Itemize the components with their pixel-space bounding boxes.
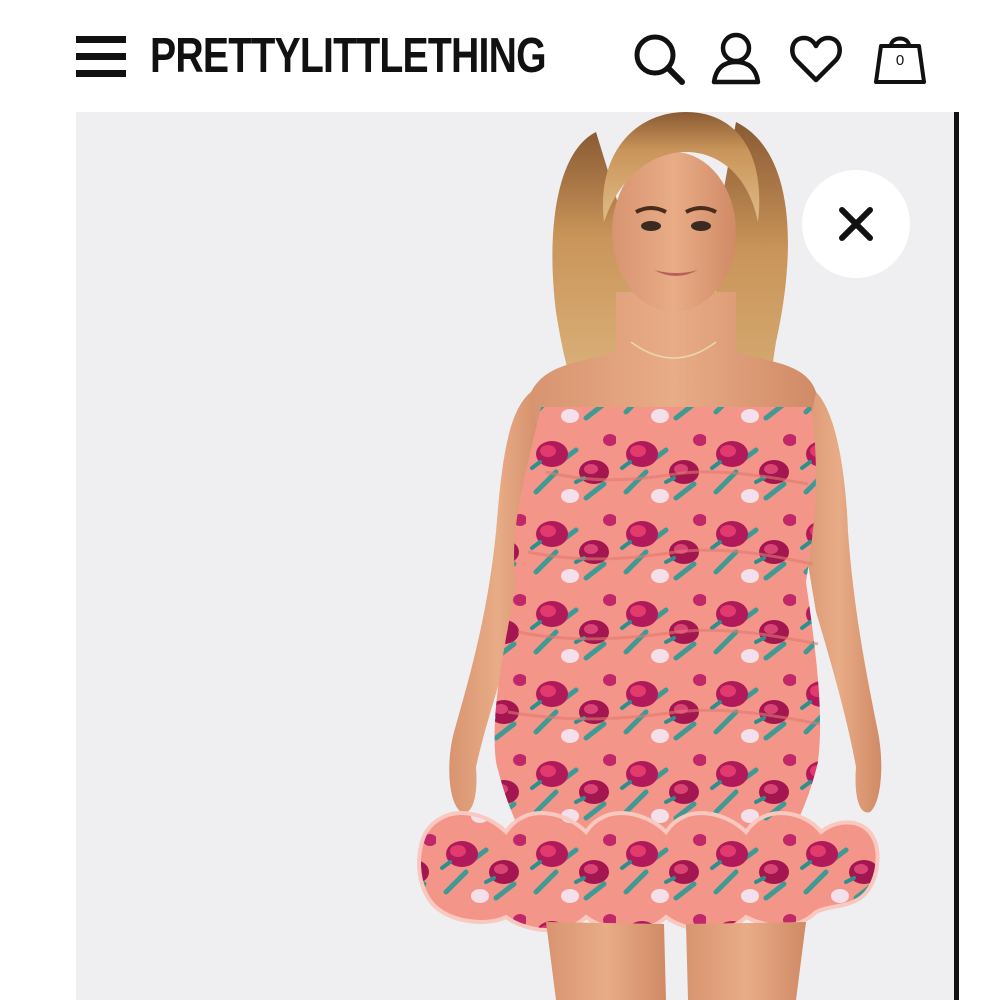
account-button[interactable] (708, 30, 764, 86)
bag-count-badge: 0 (895, 52, 905, 69)
brand-logo[interactable]: PRETTYLITTLETHING (150, 28, 547, 84)
search-button[interactable] (630, 30, 686, 86)
site-header: PRETTYLITTLETHING 0 (0, 0, 1000, 112)
account-icon (711, 32, 761, 85)
hamburger-menu-icon (76, 36, 126, 43)
hamburger-menu-icon-bar (76, 53, 126, 60)
search-icon (634, 34, 685, 85)
bag-button[interactable]: 0 (872, 30, 928, 86)
hamburger-menu-icon-bar (76, 70, 126, 77)
heart-icon (790, 35, 842, 83)
wishlist-button[interactable] (788, 30, 844, 86)
viewport-edge-divider (954, 112, 959, 1000)
menu-button[interactable] (72, 34, 128, 80)
close-button[interactable] (802, 170, 910, 278)
close-icon (839, 207, 873, 241)
